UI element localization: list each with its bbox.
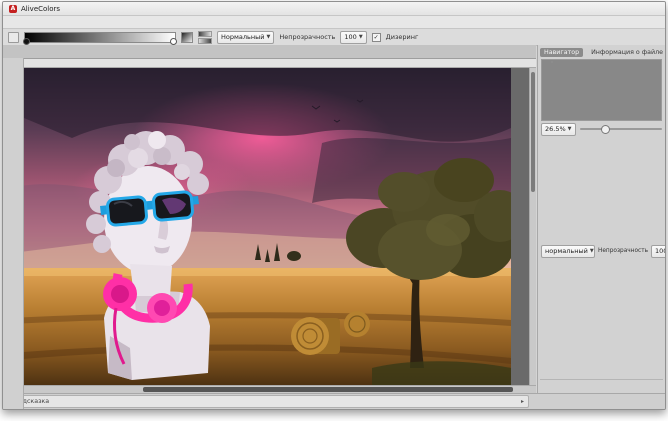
document-area	[3, 45, 536, 394]
gradient-editor-strip[interactable]	[24, 32, 176, 43]
opacity-label: Непрозрачность	[279, 33, 335, 41]
vertical-scrollbar[interactable]	[529, 68, 536, 385]
gradient-stop-end[interactable]	[170, 38, 177, 45]
zoom-level-value: 26.5%	[545, 125, 566, 133]
tool-palette	[3, 58, 24, 409]
zoom-level-select[interactable]: 26.5% ▼	[541, 123, 576, 136]
swatches-panel-tabs	[540, 137, 663, 149]
layers-opacity-select[interactable]: 100 ▼	[651, 245, 665, 258]
layers-footer-toolbar	[540, 379, 663, 393]
document-tab-bar	[3, 45, 536, 59]
horizontal-scroll-thumb[interactable]	[143, 387, 513, 392]
chevron-down-icon: ▼	[568, 126, 572, 132]
ruler-row	[3, 59, 536, 68]
layers-opacity-label: Непрозрачность	[598, 248, 648, 254]
layers-opacity-value: 100	[655, 247, 665, 255]
hint-bar: Подсказка ▸	[9, 395, 529, 408]
quick-swatch-row	[540, 217, 663, 230]
app-title: AliveColors	[21, 5, 60, 13]
navigator-zoom-row: 26.5% ▼	[540, 122, 663, 136]
chevron-down-icon: ▼	[359, 34, 363, 40]
dither-checkbox[interactable]: ✓	[372, 33, 381, 42]
vertical-scroll-thumb[interactable]	[531, 72, 535, 192]
dither-label: Дизеринг	[386, 33, 419, 41]
menu-bar	[3, 16, 665, 29]
tool-preset-toggle[interactable]	[8, 32, 19, 43]
zoom-slider[interactable]	[580, 128, 662, 130]
layer-list	[540, 259, 663, 378]
swatch-grid	[540, 150, 663, 216]
horizontal-ruler	[24, 59, 536, 68]
tool-options-bar: Нормальный ▼ Непрозрачность 100 ▼ ✓ Дизе…	[3, 29, 665, 46]
canvas-viewport[interactable]	[12, 68, 536, 385]
right-panel-column: Навигатор Информация о файле – 26.5% ▼	[537, 45, 665, 394]
layers-blend-mode-select[interactable]: нормальный ▼	[541, 245, 595, 258]
color-swatch-grid	[542, 150, 649, 216]
opacity-value: 100	[344, 33, 356, 41]
tab-navigator[interactable]: Навигатор	[540, 48, 583, 57]
gradient-stop-start[interactable]	[23, 38, 30, 45]
opacity-select[interactable]: 100 ▼	[340, 31, 366, 44]
chevron-down-icon: ▼	[266, 34, 270, 40]
title-bar[interactable]: A AliveColors	[3, 2, 665, 16]
blend-mode-select[interactable]: Нормальный ▼	[217, 31, 274, 44]
alivecolors-window: A AliveColors Нормальный ▼ Непрозрачност…	[2, 1, 666, 410]
layers-blend-row: нормальный ▼ Непрозрачность 100 ▼	[540, 244, 663, 258]
gradient-type-reverse-icon[interactable]	[198, 38, 212, 44]
app-logo-icon: A	[9, 5, 17, 13]
gradient-type-linear-icon[interactable]	[198, 31, 212, 37]
layers-blend-mode-value: нормальный	[545, 247, 588, 255]
blend-mode-value: Нормальный	[221, 33, 264, 41]
layers-panel-tabs	[540, 231, 663, 243]
chevron-down-icon: ▼	[590, 248, 594, 254]
navigator-thumbnail[interactable]	[541, 59, 662, 121]
status-bar: Подсказка ▸	[3, 393, 665, 409]
canvas-image[interactable]	[12, 68, 511, 385]
gradient-preview-swatch[interactable]	[181, 32, 193, 43]
zoom-slider-knob[interactable]	[601, 125, 610, 134]
canvas-row	[3, 68, 536, 385]
workspace: Навигатор Информация о файле – 26.5% ▼	[3, 45, 665, 409]
desktop: A AliveColors Нормальный ▼ Непрозрачност…	[0, 0, 668, 421]
navigator-panel-tabs: Навигатор Информация о файле –	[540, 46, 663, 58]
tab-file-info[interactable]: Информация о файле	[587, 48, 665, 57]
hint-expand-icon[interactable]: ▸	[521, 398, 524, 405]
